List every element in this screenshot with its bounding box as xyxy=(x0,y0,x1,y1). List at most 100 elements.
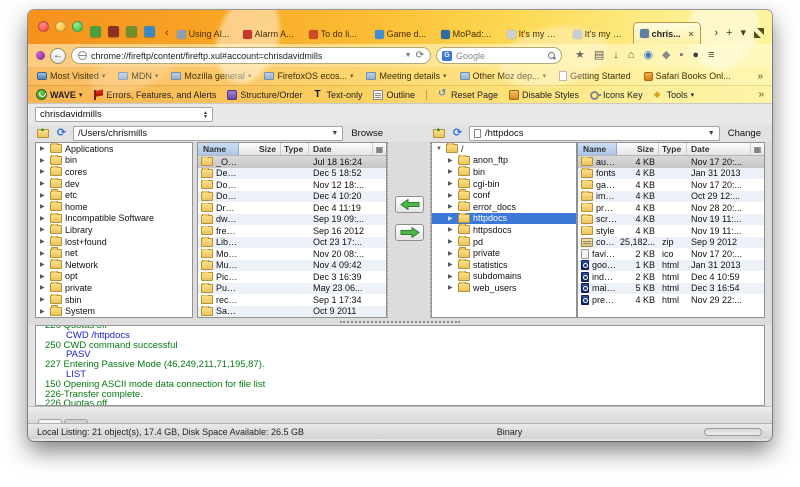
browser-tab[interactable]: Using Al... × xyxy=(171,24,237,44)
minimize-window-button[interactable] xyxy=(55,21,66,32)
disclosure-triangle-icon[interactable]: ▶ xyxy=(448,238,455,245)
bookmark-item[interactable]: MDN ▾ xyxy=(118,71,158,81)
remote-parent-directory-button[interactable] xyxy=(431,127,446,140)
tree-item[interactable]: ▶ private xyxy=(432,247,576,259)
Downloads[interactable]: Downloads Dec 4 10:20 xyxy=(198,191,386,203)
fireftp-addon-icon[interactable]: ◉ xyxy=(643,50,653,61)
disclosure-triangle-icon[interactable]: ▶ xyxy=(40,308,47,315)
column-header-date[interactable]: Date xyxy=(687,143,751,155)
bookmarks-sidebar-icon[interactable]: ▤ xyxy=(594,50,604,61)
zoom-window-button[interactable] xyxy=(72,21,83,32)
tree-item[interactable]: ▶ net xyxy=(36,247,192,259)
local-parent-directory-button[interactable] xyxy=(35,127,50,140)
column-header-date[interactable]: Date xyxy=(309,143,373,155)
Desktop[interactable]: Desktop Dec 5 18:52 xyxy=(198,168,386,180)
browser-tab[interactable]: Game d... × xyxy=(369,24,435,44)
bookmarks-overflow-icon[interactable]: » xyxy=(757,71,763,82)
splitter-grippy-icon[interactable] xyxy=(340,321,460,323)
browse-button[interactable]: Browse xyxy=(347,128,387,139)
url-dropdown-icon[interactable]: ▼ xyxy=(405,52,412,59)
url-text[interactable]: chrome://fireftp/content/fireftp.xul#acc… xyxy=(91,51,401,61)
tree-item[interactable]: ▶ error_docs xyxy=(432,201,576,213)
pinned-tab-3[interactable] xyxy=(126,26,137,37)
local-directory-tree[interactable]: ▶ Applications ▶ bin ▶ cores ▶ dev ▶ xyxy=(35,142,193,318)
browser-tab[interactable]: MoPad:... × xyxy=(435,24,501,44)
Library[interactable]: Library Oct 23 17:... xyxy=(198,237,386,249)
disclosure-triangle-icon[interactable]: ▶ xyxy=(40,215,47,222)
Pictures[interactable]: Pictures Dec 3 16:39 xyxy=(198,271,386,283)
disclosure-triangle-icon[interactable]: ▶ xyxy=(448,215,455,222)
account-select[interactable]: chrisdavidmills xyxy=(35,107,213,122)
press.html[interactable]: press.html 4 KB html Nov 29 22:... xyxy=(578,294,764,306)
local-refresh-button[interactable]: ⟳ xyxy=(54,127,69,140)
wave-toolbar-button[interactable]: Errors, Features, and Alerts ▾ xyxy=(93,90,216,100)
home-icon[interactable]: ⌂ xyxy=(628,50,635,61)
style[interactable]: style 4 KB Nov 19 11:... xyxy=(578,225,764,237)
recipes[interactable]: recipes Sep 1 17:34 xyxy=(198,294,386,306)
tree-item[interactable]: ▶ conf xyxy=(432,189,576,201)
tree-item[interactable]: ▶ opt xyxy=(36,271,192,283)
browser-tab[interactable]: To do li... × xyxy=(303,24,369,44)
conquest-...[interactable]: conquest-... 25,182... zip Sep 9 2012 xyxy=(578,237,764,249)
Dropbox[interactable]: Dropbox Dec 4 11:19 xyxy=(198,202,386,214)
back-button[interactable]: ← xyxy=(50,48,66,64)
dwhelper[interactable]: dwhelper Sep 19 09:... xyxy=(198,214,386,226)
column-header-type[interactable]: Type xyxy=(659,143,687,155)
tree-item[interactable]: ▶ pd xyxy=(432,236,576,248)
scroll-tabs-left-icon[interactable]: ‹ xyxy=(165,27,169,39)
disclosure-triangle-icon[interactable]: ▶ xyxy=(40,203,47,210)
wave-toolbar-button[interactable]: Text-only ▾ xyxy=(313,90,362,100)
tree-item[interactable]: ▶ Applications xyxy=(36,143,192,155)
horizontal-splitter[interactable] xyxy=(28,318,772,325)
tree-item[interactable]: ▶ anon_ftp xyxy=(432,155,576,167)
disclosure-triangle-icon[interactable]: ▶ xyxy=(448,203,455,210)
Public[interactable]: Public May 23 06... xyxy=(198,283,386,295)
gallery[interactable]: gallery 4 KB Nov 17 20:... xyxy=(578,179,764,191)
wave-toolbar-button[interactable]: Icons Key ▾ xyxy=(590,90,643,100)
browser-tab[interactable]: Alarm A... × xyxy=(237,24,303,44)
tree-root-item[interactable]: ▼ / xyxy=(432,143,576,155)
tree-item[interactable]: ▶ cores xyxy=(36,166,192,178)
search-bar[interactable]: G Google xyxy=(436,47,562,64)
wave-toolbar-button[interactable]: Disable Styles ▾ xyxy=(509,90,579,100)
index.html[interactable]: index.html 2 KB html Dec 4 10:59 xyxy=(578,271,764,283)
tree-item[interactable]: ▶ bin xyxy=(36,155,192,167)
disclosure-triangle-icon[interactable]: ▶ xyxy=(448,157,455,164)
tree-item[interactable]: ▶ dev xyxy=(36,178,192,190)
tree-item[interactable]: ▶ httpsdocs xyxy=(432,224,576,236)
fullscreen-icon[interactable] xyxy=(754,28,764,38)
disclosure-triangle-icon[interactable]: ▼ xyxy=(436,146,443,152)
url-bar[interactable]: chrome://fireftp/content/fireftp.xul#acc… xyxy=(71,47,431,64)
Movies[interactable]: Movies Nov 20 08:... xyxy=(198,248,386,260)
disclosure-triangle-icon[interactable]: ▶ xyxy=(448,284,455,291)
disclosure-triangle-icon[interactable]: ▶ xyxy=(448,250,455,257)
fonts[interactable]: fonts 4 KB Jan 31 2013 xyxy=(578,168,764,180)
bookmark-item[interactable]: Meeting details ▾ xyxy=(366,71,446,81)
download-button[interactable] xyxy=(395,196,424,213)
disclosure-triangle-icon[interactable]: ▶ xyxy=(448,261,455,268)
addon-icon[interactable]: ◆ xyxy=(662,50,670,61)
wave-menu-button[interactable]: WAVE ▾ xyxy=(36,89,82,100)
disclosure-triangle-icon[interactable]: ▶ xyxy=(448,168,455,175)
Samsung[interactable]: Samsung Oct 9 2011 xyxy=(198,306,386,318)
change-button[interactable]: Change xyxy=(724,128,765,139)
disclosure-triangle-icon[interactable]: ▶ xyxy=(40,238,47,245)
local-path-combo[interactable]: /Users/chrismills ▼ xyxy=(73,126,343,141)
main.html[interactable]: main.html 5 KB html Dec 3 16:54 xyxy=(578,283,764,295)
tree-item[interactable]: ▶ System xyxy=(36,305,192,317)
tree-item[interactable]: ▶ lost+found xyxy=(36,236,192,248)
remote-path-combo[interactable]: /httpdocs ▼ xyxy=(469,126,720,141)
disclosure-triangle-icon[interactable]: ▶ xyxy=(40,284,47,291)
new-tab-button[interactable]: + xyxy=(726,27,732,39)
all-tabs-icon[interactable]: ▾ xyxy=(740,26,746,39)
upload-button[interactable] xyxy=(395,224,424,241)
tree-item[interactable]: ▶ sbin xyxy=(36,294,192,306)
tree-item[interactable]: ▶ Incompatible Software xyxy=(36,213,192,225)
disclosure-triangle-icon[interactable]: ▶ xyxy=(40,261,47,268)
bookmark-item[interactable]: Getting Started ▾ xyxy=(559,71,631,81)
wave-overflow-icon[interactable]: » xyxy=(758,89,764,100)
overflow-dash-icon[interactable]: ▪ xyxy=(680,50,684,61)
tree-item[interactable]: ▶ Network xyxy=(36,259,192,271)
pinned-tab-4[interactable] xyxy=(144,26,155,37)
disclosure-triangle-icon[interactable]: ▶ xyxy=(40,157,47,164)
